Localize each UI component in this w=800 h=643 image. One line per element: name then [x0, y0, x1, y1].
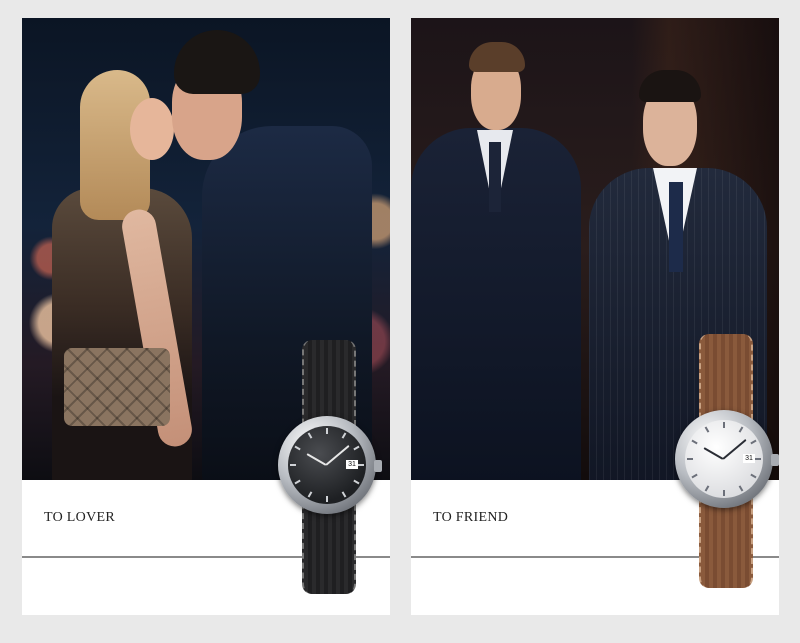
quilted-handbag — [64, 348, 170, 426]
watch-case: 31 — [675, 410, 779, 508]
caption-friend: TO FRIEND — [433, 510, 509, 525]
hour-hand — [306, 453, 327, 466]
gift-card-friend[interactable]: TO FRIEND 31 — [411, 18, 779, 615]
gift-card-lover[interactable]: TO LOVER 31 — [22, 18, 390, 615]
watch-crown — [374, 460, 382, 472]
watch-case: 31 — [278, 416, 382, 514]
woman-face — [130, 98, 174, 160]
man-hair — [174, 30, 260, 94]
man-left-tie — [489, 142, 501, 212]
watch-dial: 31 — [685, 420, 763, 498]
man-right-hair — [639, 70, 701, 102]
watch-dial: 31 — [288, 426, 366, 504]
date-window: 31 — [346, 460, 358, 469]
man-left-hair — [469, 42, 525, 72]
man-right-tie — [669, 182, 683, 272]
watch-crown — [771, 454, 779, 466]
caption-lover: TO LOVER — [44, 510, 115, 525]
hour-hand — [703, 447, 724, 460]
date-window: 31 — [743, 454, 755, 463]
